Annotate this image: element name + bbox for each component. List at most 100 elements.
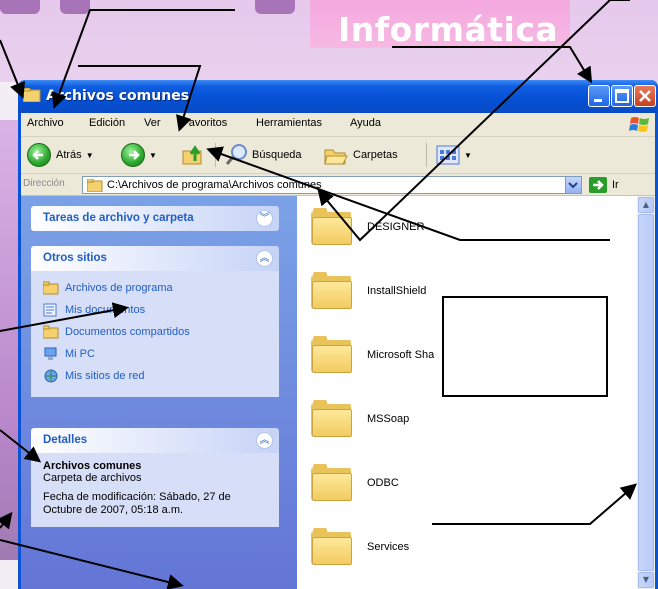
folder-icon (311, 208, 353, 246)
details-modified-line2: Octubre de 2007, 05:18 a.m. (43, 504, 184, 516)
file-item[interactable]: InstallShield (311, 266, 426, 316)
views-button[interactable]: ▼ (436, 141, 472, 169)
folder-icon (43, 281, 59, 295)
scroll-up-button[interactable]: ▲ (638, 197, 654, 213)
menu-favoritos[interactable]: Favoritos (182, 117, 227, 129)
folder-icon (23, 88, 41, 102)
maximize-button[interactable] (611, 85, 633, 107)
menu-ayuda[interactable]: Ayuda (350, 117, 381, 129)
go-button[interactable]: Ir (589, 176, 619, 194)
panel-details-header[interactable]: Detalles ︽ (31, 428, 279, 453)
back-arrow-icon (27, 143, 51, 167)
forward-arrow-icon (121, 143, 145, 167)
place-label: Archivos de programa (65, 282, 173, 294)
scroll-down-button[interactable]: ▼ (638, 572, 654, 588)
menu-archivo[interactable]: Archivo (27, 117, 64, 129)
address-input[interactable]: C:\Archivos de programa\Archivos comunes (82, 176, 582, 194)
go-label: Ir (612, 179, 619, 191)
menu-herramientas[interactable]: Herramientas (256, 117, 322, 129)
chevron-down-icon (568, 182, 578, 189)
file-name: MSSoap (367, 413, 410, 425)
folder-icon (311, 336, 353, 374)
file-item[interactable]: Microsoft Sha (311, 330, 434, 380)
place-label: Mis sitios de red (65, 370, 145, 382)
panel-places-title: Otros sitios (43, 252, 107, 264)
title-bar[interactable]: Archivos comunes (18, 80, 658, 113)
panel-tasks-title: Tareas de archivo y carpeta (43, 212, 194, 224)
file-name: InstallShield (367, 285, 427, 297)
menu-ver[interactable]: Ver (144, 117, 161, 129)
go-arrow-icon (589, 177, 607, 193)
place-label: Documentos compartidos (65, 326, 190, 338)
folder-icon (311, 528, 353, 566)
folders-button[interactable]: Carpetas (323, 141, 398, 169)
background-side-decoration (0, 120, 20, 560)
back-button[interactable]: Atrás ▼ (27, 141, 94, 169)
place-link-mis-sitios-de-red[interactable]: Mis sitios de red (43, 365, 269, 387)
place-link-documentos-compartidos[interactable]: Documentos compartidos (43, 321, 269, 343)
expand-icon[interactable]: ︾ (256, 210, 273, 227)
close-icon (639, 90, 651, 102)
folder-icon (87, 179, 103, 192)
back-dropdown-icon[interactable]: ▼ (86, 151, 94, 160)
scroll-thumb[interactable] (638, 214, 654, 571)
file-item[interactable]: Services (311, 522, 409, 572)
place-link-mis-documentos[interactable]: Mis documentos (43, 299, 269, 321)
place-link-mi-pc[interactable]: Mi PC (43, 343, 269, 365)
banner-partial-letters (0, 0, 350, 26)
shared-folder-icon (43, 325, 59, 339)
folders-icon (324, 149, 348, 165)
panel-details-title: Detalles (43, 434, 88, 446)
back-label: Atrás (56, 149, 82, 161)
file-item[interactable]: DESIGNER (311, 202, 424, 252)
folder-icon (311, 464, 353, 502)
panel-places-header[interactable]: Otros sitios ︽ (31, 246, 279, 271)
place-link-archivos-de-programa[interactable]: Archivos de programa (43, 277, 269, 299)
minimize-icon (594, 99, 602, 102)
address-label: Dirección (23, 178, 65, 189)
file-name: Services (367, 541, 410, 553)
vertical-scrollbar[interactable]: ▲ ▼ (637, 196, 655, 589)
search-icon (225, 144, 247, 165)
collapse-icon[interactable]: ︽ (256, 432, 273, 449)
panel-details: Detalles ︽ Archivos comunes Carpeta de a… (31, 428, 279, 527)
details-modified-line1: Fecha de modificación: Sábado, 27 de (43, 491, 231, 503)
file-item[interactable]: ODBC (311, 458, 399, 508)
collapse-icon[interactable]: ︽ (256, 250, 273, 267)
views-dropdown-icon[interactable]: ▼ (464, 151, 472, 160)
search-label: Búsqueda (252, 149, 302, 161)
folder-icon (311, 272, 353, 310)
task-pane: Tareas de archivo y carpeta ︾ Otros siti… (21, 196, 297, 589)
details-name: Archivos comunes (43, 460, 142, 472)
menu-edicion[interactable]: Edición (89, 117, 125, 129)
forward-dropdown-icon[interactable]: ▼ (149, 151, 157, 160)
file-name: Microsoft Sha (367, 349, 435, 361)
panel-tasks-header[interactable]: Tareas de archivo y carpeta ︾ (31, 206, 279, 231)
folder-up-icon (182, 145, 202, 165)
documents-icon (43, 303, 57, 317)
forward-button[interactable]: ▼ (121, 141, 157, 169)
annotation-blank-box (442, 296, 608, 397)
folders-label: Carpetas (353, 149, 398, 161)
file-name: DESIGNER (367, 221, 425, 233)
toolbar: Atrás ▼ ▼ Búsqueda Carpetas ▼ (21, 137, 655, 174)
panel-places-body: Archivos de programa Mis documentos Docu… (31, 271, 279, 397)
maximize-icon (615, 89, 629, 103)
file-name: ODBC (367, 477, 399, 489)
panel-tasks: Tareas de archivo y carpeta ︾ (31, 206, 279, 231)
computer-icon (44, 347, 57, 360)
close-button[interactable] (634, 85, 656, 107)
panel-places: Otros sitios ︽ Archivos de programa Mis … (31, 246, 279, 397)
background-banner: Informática (0, 0, 658, 82)
search-button[interactable]: Búsqueda (224, 141, 302, 169)
panel-details-body: Archivos comunes Carpeta de archivos Fec… (31, 453, 279, 527)
toolbar-separator (426, 143, 427, 167)
minimize-button[interactable] (588, 85, 610, 107)
windows-logo-icon (629, 117, 649, 132)
up-folder-button[interactable] (181, 141, 205, 169)
folder-icon (311, 400, 353, 438)
place-label: Mis documentos (65, 304, 146, 316)
file-item[interactable]: MSSoap (311, 394, 409, 444)
address-dropdown-button[interactable] (565, 177, 581, 193)
network-icon (44, 369, 58, 383)
